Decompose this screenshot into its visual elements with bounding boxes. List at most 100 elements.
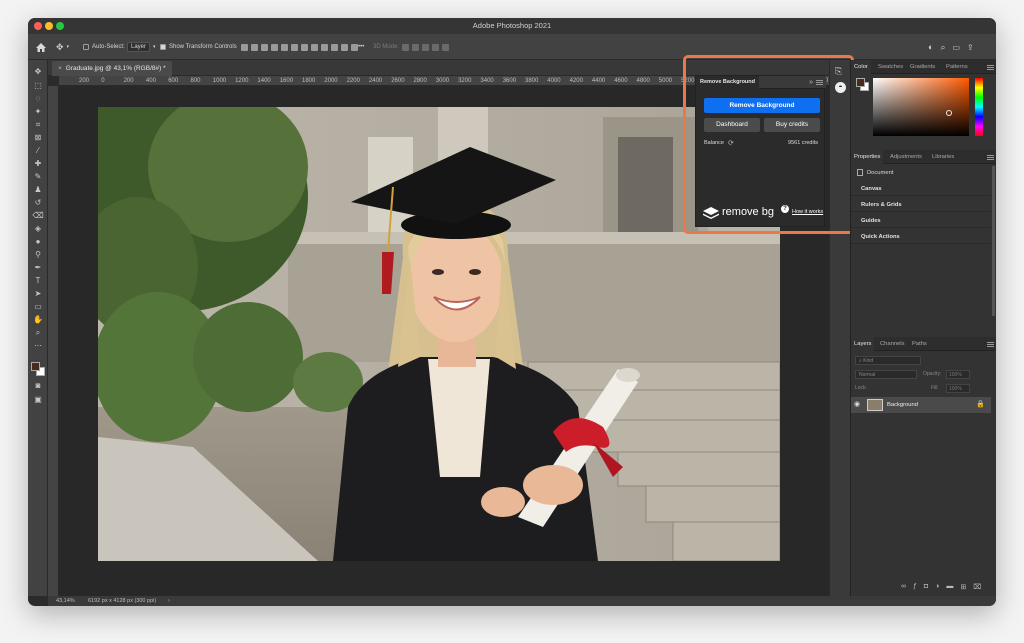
document-info[interactable]: 6192 px x 4128 px (300 ppi) xyxy=(88,596,156,606)
blend-mode-select[interactable]: Normal xyxy=(855,370,917,379)
layer-style-icon[interactable]: ƒ xyxy=(913,583,917,591)
how-it-works-link[interactable]: How it works xyxy=(792,209,823,215)
auto-select-checkbox[interactable] xyxy=(83,44,89,50)
show-transform-toggle[interactable]: Show Transform Controls xyxy=(160,34,237,60)
workspace-icon[interactable]: ▭ xyxy=(952,43,960,52)
delete-layer-icon[interactable]: ⌧ xyxy=(973,583,981,591)
layer-lock-icon[interactable]: 🔒 xyxy=(976,400,985,408)
panel-menu-icon[interactable] xyxy=(816,80,823,85)
marquee-tool-icon[interactable]: ⬚ xyxy=(32,80,44,91)
document-tab[interactable]: × Graduate.jpg @ 43,1% (RGB/8#) * xyxy=(52,61,172,76)
quick-mask-icon[interactable]: ◙ xyxy=(32,380,44,391)
eraser-tool-icon[interactable]: ⌫ xyxy=(32,210,44,221)
zoom-tool-icon[interactable]: ⌕ xyxy=(32,327,44,338)
tab-gradients[interactable]: Gradients xyxy=(907,60,938,74)
vertical-ruler[interactable] xyxy=(48,86,59,596)
tab-color[interactable]: Color xyxy=(851,60,871,74)
color-picker-field[interactable] xyxy=(873,78,969,136)
distribute-center-icon[interactable] xyxy=(311,43,318,51)
layer-mask-icon[interactable]: ◘ xyxy=(924,583,928,591)
layer-row-background[interactable]: ◉ Background 🔒 xyxy=(851,397,991,413)
history-brush-tool-icon[interactable]: ↺ xyxy=(32,197,44,208)
tab-libraries[interactable]: Libraries xyxy=(929,150,957,164)
guides-section[interactable]: Guides xyxy=(851,214,991,228)
properties-scrollbar[interactable] xyxy=(992,166,995,316)
align-bottom-icon[interactable] xyxy=(291,43,298,51)
color-foreground-swatch[interactable] xyxy=(856,78,865,87)
align-left-icon[interactable] xyxy=(241,43,248,51)
screen-mode-icon[interactable]: ▣ xyxy=(32,394,44,405)
remove-bg-panel-icon[interactable]: ◓ xyxy=(835,82,846,93)
tab-channels[interactable]: Channels xyxy=(877,337,908,351)
canvas-section[interactable]: Canvas xyxy=(851,182,991,196)
zoom-window-icon[interactable] xyxy=(56,22,64,30)
dodge-tool-icon[interactable]: ⚲ xyxy=(32,249,44,260)
distribute-right-icon[interactable] xyxy=(321,43,328,51)
align-middle-icon[interactable] xyxy=(281,43,288,51)
pan-3d-icon[interactable] xyxy=(422,43,430,51)
eyedropper-tool-icon[interactable]: ⁄ xyxy=(32,145,44,156)
align-center-icon[interactable] xyxy=(251,43,258,51)
properties-menu-icon[interactable] xyxy=(987,155,994,160)
healing-brush-tool-icon[interactable]: ✚ xyxy=(32,158,44,169)
lasso-tool-icon[interactable]: ◌ xyxy=(32,93,44,104)
align-right-icon[interactable] xyxy=(261,43,268,51)
auto-select-toggle[interactable]: Auto-Select: xyxy=(83,34,125,60)
fill-input[interactable]: 100% xyxy=(946,384,970,393)
type-tool-icon[interactable]: T xyxy=(32,275,44,286)
clone-stamp-tool-icon[interactable]: ♟ xyxy=(32,184,44,195)
more-tools-icon[interactable]: ⋯ xyxy=(32,340,44,351)
new-group-icon[interactable]: ▬ xyxy=(946,583,953,591)
rectangle-tool-icon[interactable]: ▭ xyxy=(32,301,44,312)
distribute-bottom-icon[interactable] xyxy=(351,43,358,51)
buy-credits-button[interactable]: Buy credits xyxy=(764,118,820,132)
remove-background-button[interactable]: Remove Background xyxy=(704,98,820,113)
learn-icon[interactable]: ◐ xyxy=(928,42,933,52)
roll-3d-icon[interactable] xyxy=(412,43,420,51)
new-layer-icon[interactable]: ⊞ xyxy=(960,583,966,591)
hue-slider[interactable] xyxy=(975,78,983,136)
color-panel-menu-icon[interactable] xyxy=(987,65,994,70)
collapse-panel-icon[interactable]: » xyxy=(809,76,813,89)
pen-tool-icon[interactable]: ✒ xyxy=(32,262,44,273)
home-icon[interactable] xyxy=(36,34,46,60)
show-transform-checkbox[interactable] xyxy=(160,44,166,50)
refresh-icon[interactable]: ⟳ xyxy=(728,139,734,147)
brush-tool-icon[interactable]: ✎ xyxy=(32,171,44,182)
dashboard-button[interactable]: Dashboard xyxy=(704,118,760,132)
minimize-window-icon[interactable] xyxy=(45,22,53,30)
align-top-icon[interactable] xyxy=(271,43,278,51)
close-tab-icon[interactable]: × xyxy=(58,65,62,72)
tab-swatches[interactable]: Swatches xyxy=(875,60,906,74)
tab-adjustments[interactable]: Adjustments xyxy=(887,150,925,164)
blur-tool-icon[interactable]: ● xyxy=(32,236,44,247)
graduate-photo[interactable] xyxy=(98,107,780,561)
path-selection-tool-icon[interactable]: ➤ xyxy=(32,288,44,299)
remove-bg-tab[interactable]: Remove Background xyxy=(696,76,760,89)
adjustment-layer-icon[interactable]: ◑ xyxy=(935,583,939,591)
tab-patterns[interactable]: Patterns xyxy=(943,60,971,74)
help-icon[interactable]: ? xyxy=(781,205,789,213)
zoom-level[interactable]: 43,14% xyxy=(56,596,75,606)
scale-3d-icon[interactable] xyxy=(442,43,450,51)
orbit-3d-icon[interactable] xyxy=(402,43,410,51)
layers-menu-icon[interactable] xyxy=(987,342,994,347)
distribute-top-icon[interactable] xyxy=(331,43,338,51)
layer-kind-filter[interactable]: ⌕ Kind xyxy=(855,356,921,365)
search-icon[interactable]: ⌕ xyxy=(940,42,945,53)
slide-3d-icon[interactable] xyxy=(432,43,440,51)
tab-properties[interactable]: Properties xyxy=(851,150,884,164)
crop-tool-icon[interactable]: ⌗ xyxy=(32,119,44,130)
magic-wand-tool-icon[interactable]: ✦ xyxy=(32,106,44,117)
paint-bucket-tool-icon[interactable]: ◈ xyxy=(32,223,44,234)
link-layers-icon[interactable]: ∞ xyxy=(901,583,906,591)
status-menu-arrow[interactable]: › xyxy=(168,596,170,606)
hand-tool-icon[interactable]: ✋ xyxy=(32,314,44,325)
move-tool-icon[interactable]: ✥ xyxy=(32,66,44,77)
auto-select-dropdown[interactable]: Layer ▾ xyxy=(127,34,156,60)
move-tool-options-icon[interactable]: ✥ ▾ xyxy=(56,34,69,60)
rulers-grids-section[interactable]: Rulers & Grids xyxy=(851,198,991,212)
tab-layers[interactable]: Layers xyxy=(851,337,875,351)
foreground-color-swatch[interactable] xyxy=(31,362,40,371)
history-panel-icon[interactable]: ⎘ xyxy=(835,66,842,77)
